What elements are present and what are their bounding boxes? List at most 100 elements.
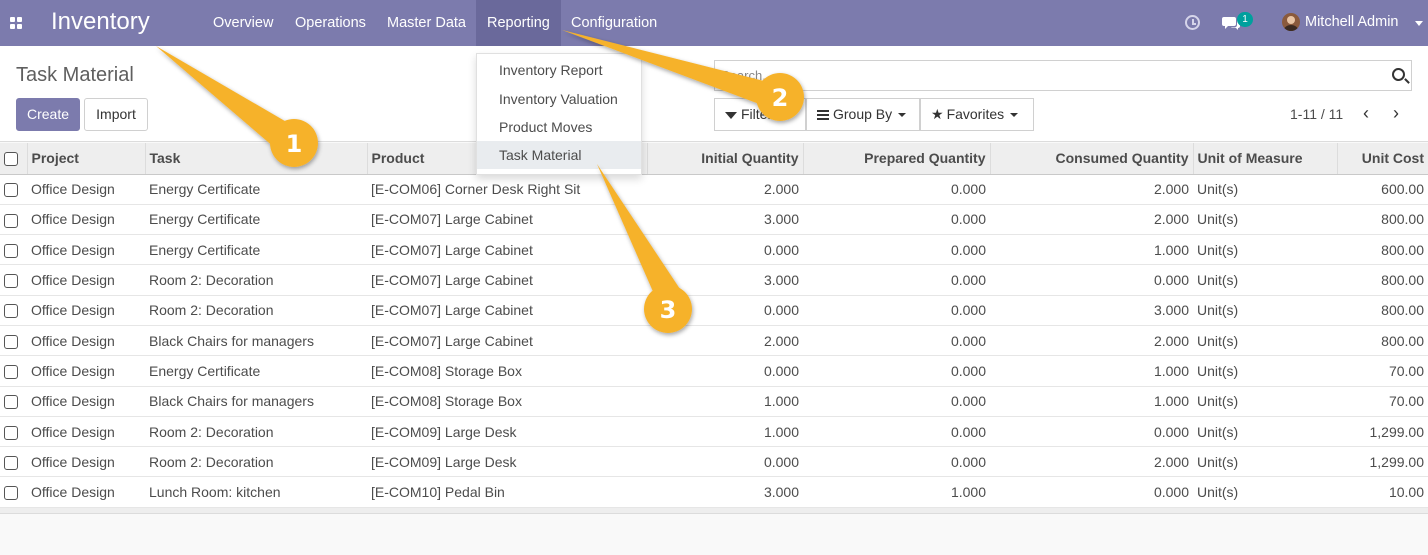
pager-value[interactable]: 1-11 / 11 (1290, 106, 1343, 122)
table-row[interactable]: Office Design Energy Certificate [E-COM06]… (0, 174, 1428, 205)
group-by-label: Group By (833, 106, 893, 122)
pager-previous-icon[interactable]: ‹ (1356, 104, 1376, 124)
user-menu[interactable]: Mitchell Admin (1305, 14, 1398, 30)
pager-next-icon[interactable]: › (1386, 104, 1406, 124)
dropdown-item-task-material[interactable]: Task Material (477, 141, 641, 169)
row-checkbox[interactable] (4, 455, 18, 470)
dropdown-item-inventory-report[interactable]: Inventory Report (477, 56, 641, 84)
cell-unit-cost: 1,299.00 (1337, 446, 1428, 478)
column-header-prepared-quantity[interactable]: Prepared Quantity (803, 143, 991, 175)
table-row[interactable]: Office Design Lunch Room: kitchen [E-COM10… (0, 476, 1428, 508)
cell-initial-quantity: 2.000 (647, 174, 803, 205)
group-by-button[interactable]: Group By (806, 98, 920, 131)
top-navbar: Inventory Overview Operations Master Dat… (0, 0, 1428, 46)
favorites-button[interactable]: ★ Favorites (920, 98, 1034, 131)
cell-consumed-quantity: 1.000 (990, 234, 1193, 266)
cell-consumed-quantity: 2.000 (990, 174, 1193, 205)
cell-task: Energy Certificate (145, 355, 367, 387)
cell-prepared-quantity: 0.000 (803, 295, 990, 326)
menu-reporting[interactable]: Reporting (476, 0, 561, 46)
row-select-cell (0, 416, 27, 448)
cell-task: Room 2: Decoration (145, 264, 367, 296)
row-checkbox[interactable] (4, 274, 18, 289)
cell-prepared-quantity: 0.000 (803, 264, 990, 296)
cell-unit-cost: 70.00 (1337, 386, 1428, 417)
row-checkbox[interactable] (4, 365, 18, 380)
cell-product: [E-COM10] Pedal Bin (367, 476, 647, 508)
menu-operations[interactable]: Operations (284, 0, 377, 46)
table-row[interactable]: Office Design Energy Certificate [E-COM08]… (0, 355, 1428, 387)
select-all-checkbox[interactable] (4, 152, 18, 167)
menu-master-data[interactable]: Master Data (376, 0, 477, 46)
row-checkbox[interactable] (4, 486, 18, 501)
row-checkbox[interactable] (4, 395, 18, 410)
control-panel: Task Material Create Import Filters Grou… (0, 46, 1428, 142)
column-header-unit-of-measure[interactable]: Unit of Measure (1193, 143, 1338, 175)
list-bars-icon (817, 110, 829, 121)
cell-consumed-quantity: 1.000 (990, 355, 1193, 387)
table-row[interactable]: Office Design Black Chairs for managers [E… (0, 325, 1428, 357)
filter-icon (725, 111, 737, 119)
activity-clock-icon[interactable] (1185, 15, 1200, 30)
dropdown-item-product-moves[interactable]: Product Moves (477, 113, 641, 141)
search-input[interactable] (721, 61, 1381, 90)
dropdown-item-inventory-valuation[interactable]: Inventory Valuation (477, 85, 641, 113)
table-header-row: Project Task Product Initial Quantity Pr… (0, 143, 1428, 175)
row-select-cell (0, 355, 27, 387)
column-header-unit-cost[interactable]: Unit Cost (1337, 143, 1428, 175)
row-checkbox[interactable] (4, 213, 18, 228)
menu-overview[interactable]: Overview (202, 0, 284, 46)
app-title[interactable]: Inventory (51, 8, 150, 36)
cell-unit-of-measure: Unit(s) (1193, 476, 1337, 508)
row-select-cell (0, 174, 27, 205)
row-select-cell (0, 234, 27, 266)
table-row[interactable]: Office Design Room 2: Decoration [E-COM09]… (0, 416, 1428, 448)
table-footer (0, 507, 1428, 514)
row-checkbox[interactable] (4, 425, 18, 440)
cell-project: Office Design (27, 476, 145, 508)
user-avatar[interactable] (1282, 13, 1300, 31)
table-row[interactable]: Office Design Black Chairs for managers [E… (0, 386, 1428, 417)
row-checkbox[interactable] (4, 334, 18, 349)
menu-configuration[interactable]: Configuration (560, 0, 668, 46)
table-row[interactable]: Office Design Room 2: Decoration [E-COM09]… (0, 446, 1428, 478)
cell-unit-of-measure: Unit(s) (1193, 386, 1337, 417)
column-header-initial-quantity[interactable]: Initial Quantity (647, 143, 804, 175)
cell-unit-of-measure: Unit(s) (1193, 446, 1337, 478)
cell-task: Energy Certificate (145, 174, 367, 205)
import-button[interactable]: Import (84, 98, 148, 131)
apps-grid-icon[interactable] (10, 17, 22, 29)
cell-consumed-quantity: 2.000 (990, 204, 1193, 236)
cell-unit-of-measure: Unit(s) (1193, 174, 1337, 205)
cell-unit-of-measure: Unit(s) (1193, 355, 1337, 387)
cell-consumed-quantity: 2.000 (990, 446, 1193, 478)
table-row[interactable]: Office Design Room 2: Decoration [E-COM07]… (0, 264, 1428, 296)
cell-project: Office Design (27, 295, 145, 326)
row-select-cell (0, 325, 27, 357)
cell-task: Room 2: Decoration (145, 295, 367, 326)
column-header-project[interactable]: Project (27, 143, 146, 175)
cell-task: Black Chairs for managers (145, 386, 367, 417)
cell-unit-cost: 70.00 (1337, 355, 1428, 387)
table-row[interactable]: Office Design Energy Certificate [E-COM07]… (0, 234, 1428, 266)
row-checkbox[interactable] (4, 183, 18, 198)
cell-project: Office Design (27, 234, 145, 266)
search-icon[interactable] (1392, 68, 1405, 81)
favorites-label: Favorites (946, 106, 1005, 122)
cell-task: Room 2: Decoration (145, 446, 367, 478)
row-checkbox[interactable] (4, 304, 18, 319)
chevron-down-icon[interactable] (1415, 21, 1423, 26)
table-row[interactable]: Office Design Room 2: Decoration [E-COM07]… (0, 295, 1428, 326)
table-row[interactable]: Office Design Energy Certificate [E-COM07]… (0, 204, 1428, 236)
reporting-dropdown-menu: Inventory Report Inventory Valuation Pro… (476, 53, 642, 175)
cell-unit-cost: 800.00 (1337, 264, 1428, 296)
cell-unit-cost: 10.00 (1337, 476, 1428, 508)
create-button[interactable]: Create (16, 98, 80, 131)
cell-prepared-quantity: 0.000 (803, 446, 990, 478)
cell-consumed-quantity: 1.000 (990, 386, 1193, 417)
row-checkbox[interactable] (4, 243, 18, 258)
filters-button[interactable]: Filters (714, 98, 806, 131)
column-header-consumed-quantity[interactable]: Consumed Quantity (990, 143, 1194, 175)
cell-unit-cost: 800.00 (1337, 295, 1428, 326)
column-header-task[interactable]: Task (145, 143, 368, 175)
